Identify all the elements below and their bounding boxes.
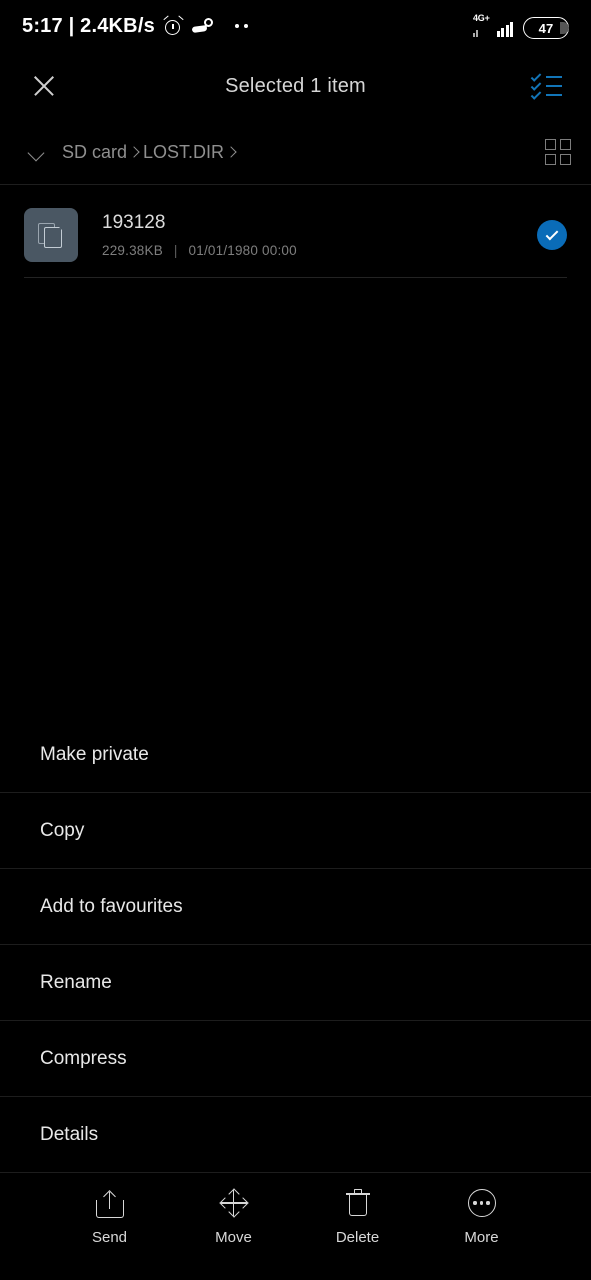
breadcrumb-item-sd-card[interactable]: SD card [62, 142, 127, 163]
file-name: 193128 [102, 212, 166, 233]
action-menu: Make private Copy Add to favourites Rena… [0, 717, 591, 1173]
status-bar-right: 4G+ 47 [473, 13, 569, 39]
move-arrows-icon [218, 1187, 249, 1219]
status-bar-left: 5:17 | 2.4KB/s [22, 15, 248, 38]
file-size: 229.38KB [102, 243, 163, 258]
send-label: Send [91, 1229, 128, 1246]
chevron-right-icon [127, 144, 143, 160]
breadcrumb-path: SD card LOST.DIR [62, 142, 240, 163]
menu-item-details[interactable]: Details [0, 1097, 591, 1173]
file-date: 01/01/1980 00:00 [188, 243, 297, 258]
select-all-checklist-icon [530, 71, 563, 100]
file-meta: 193128 229.38KB | 01/01/1980 00:00 [102, 212, 297, 258]
chevron-down-icon[interactable] [22, 137, 52, 167]
more-label: More [464, 1229, 499, 1246]
move-label: Move [215, 1229, 252, 1246]
close-icon [31, 73, 57, 99]
more-button[interactable]: More [446, 1187, 518, 1246]
page-title: Selected 1 item [225, 74, 366, 97]
more-circle-icon [467, 1187, 496, 1219]
delete-label: Delete [335, 1229, 380, 1246]
file-subtitle: 229.38KB | 01/01/1980 00:00 [102, 243, 297, 258]
battery-icon: 47 [523, 17, 569, 39]
delete-button[interactable]: Delete [322, 1187, 394, 1246]
chevron-right-icon [224, 144, 240, 160]
app-bar: Selected 1 item [0, 52, 591, 120]
close-selection-button[interactable] [12, 52, 76, 120]
menu-item-add-to-favourites[interactable]: Add to favourites [0, 869, 591, 945]
network-type-label: 4G+ [473, 13, 490, 23]
battery-level-label: 47 [538, 20, 554, 36]
send-button[interactable]: Send [74, 1187, 146, 1246]
menu-item-make-private[interactable]: Make private [0, 717, 591, 793]
status-bar: 5:17 | 2.4KB/s 4G+ 47 [0, 0, 591, 52]
alarm-clock-icon [163, 15, 184, 36]
status-clock-and-netspeed: 5:17 | 2.4KB/s [22, 14, 155, 37]
list-item[interactable]: 193128 229.38KB | 01/01/1980 00:00 [0, 193, 591, 277]
menu-item-rename[interactable]: Rename [0, 945, 591, 1021]
check-circle-icon[interactable] [537, 220, 567, 250]
trash-icon [345, 1187, 370, 1219]
breadcrumb-item-lost-dir[interactable]: LOST.DIR [143, 142, 224, 163]
meta-separator: | [173, 243, 178, 258]
share-upload-icon [95, 1187, 124, 1219]
signal-strength-icon: 4G+ [473, 13, 513, 39]
menu-item-compress[interactable]: Compress [0, 1021, 591, 1097]
document-copy-icon [38, 221, 65, 249]
list-divider [24, 277, 567, 278]
steam-icon [191, 17, 214, 35]
file-list: 193128 229.38KB | 01/01/1980 00:00 [0, 185, 591, 278]
move-button[interactable]: Move [198, 1187, 270, 1246]
select-all-button[interactable] [523, 52, 571, 120]
grid-view-icon[interactable] [545, 139, 571, 165]
more-notifications-dots-icon [234, 24, 248, 28]
menu-item-copy[interactable]: Copy [0, 793, 591, 869]
bottom-toolbar: Send Move Delete More [0, 1173, 591, 1280]
file-thumbnail [24, 208, 78, 262]
breadcrumb: SD card LOST.DIR [0, 120, 591, 185]
